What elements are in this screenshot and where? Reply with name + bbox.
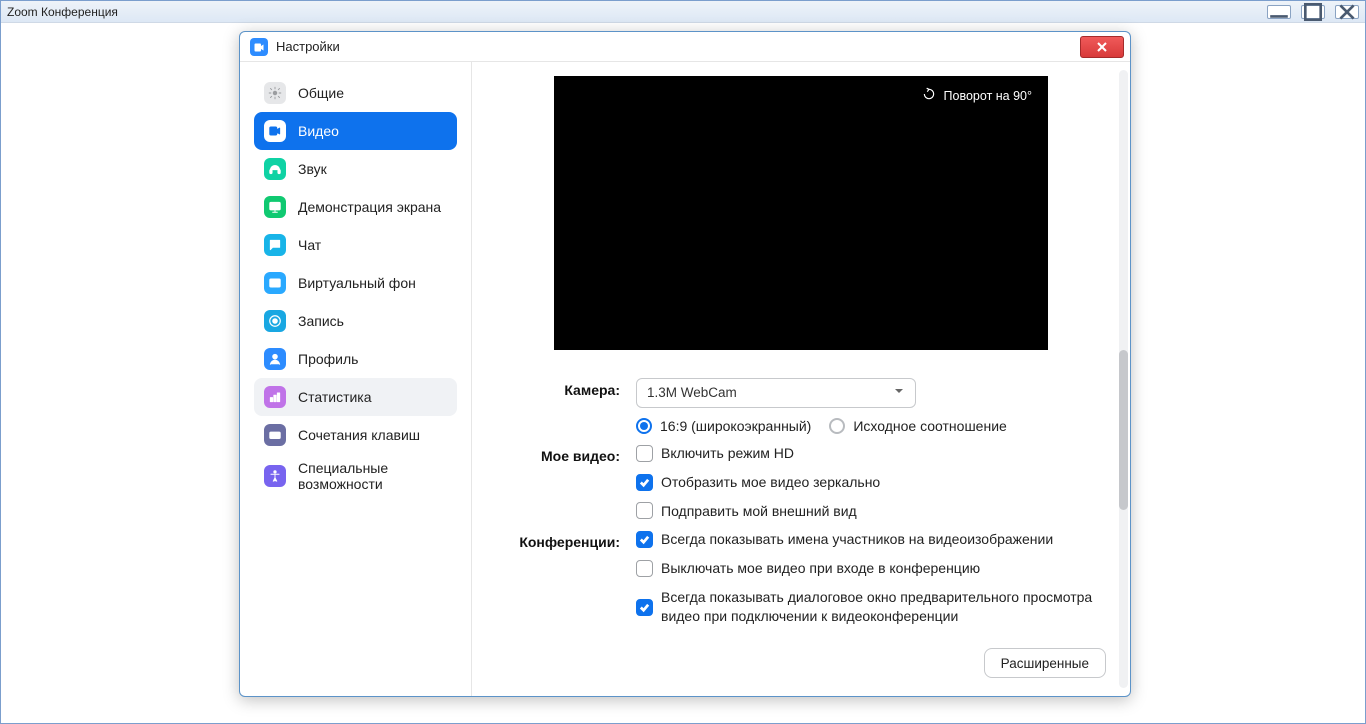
meetings-label: Конференции:: [496, 530, 636, 550]
settings-sidebar: Общие Видео Звук Демонстрация экрана Чат Вирт…: [240, 62, 472, 696]
rotate-90-button[interactable]: Поворот на 90°: [912, 82, 1042, 109]
sidebar-item-share[interactable]: Демонстрация экрана: [254, 188, 457, 226]
checkbox-icon: [636, 502, 653, 519]
sidebar-item-label: Специальные возможности: [298, 460, 447, 492]
rotate-icon: [922, 87, 936, 104]
aspect-16-9-label: 16:9 (широкоэкранный): [660, 418, 811, 434]
profile-icon: [264, 348, 286, 370]
sidebar-item-label: Виртуальный фон: [298, 275, 416, 291]
sidebar-item-label: Чат: [298, 237, 321, 253]
dialog-close-button[interactable]: [1080, 36, 1124, 58]
sidebar-item-stats[interactable]: Статистика: [254, 378, 457, 416]
chat-icon: [264, 234, 286, 256]
turn-off-video-on-join-label: Выключать мое видео при входе в конферен…: [661, 559, 980, 578]
advanced-button-label: Расширенные: [1001, 656, 1089, 671]
sidebar-item-audio[interactable]: Звук: [254, 150, 457, 188]
show-preview-dialog-label: Всегда показывать диалоговое окно предва…: [661, 588, 1106, 626]
sidebar-item-accessibility[interactable]: Специальные возможности: [254, 454, 457, 498]
video-preview: Поворот на 90°: [554, 76, 1048, 350]
app-title: Zoom Конференция: [7, 5, 118, 19]
radio-icon: [829, 418, 845, 434]
sidebar-item-label: Звук: [298, 161, 327, 177]
shortcuts-icon: [264, 424, 286, 446]
recording-icon: [264, 310, 286, 332]
video-icon: [264, 120, 286, 142]
share-icon: [264, 196, 286, 218]
touch-up-label: Подправить мой внешний вид: [661, 502, 857, 521]
show-preview-dialog-checkbox[interactable]: Всегда показывать диалоговое окно предва…: [636, 588, 1106, 626]
sidebar-item-label: Сочетания клавиш: [298, 427, 420, 443]
enable-hd-label: Включить режим HD: [661, 444, 794, 463]
accessibility-icon: [264, 465, 286, 487]
sidebar-item-label: Запись: [298, 313, 344, 329]
touch-up-checkbox[interactable]: Подправить мой внешний вид: [636, 502, 1106, 521]
close-window-button[interactable]: [1335, 5, 1359, 19]
camera-select[interactable]: 1.3M WebCam: [636, 378, 916, 408]
dialog-titlebar: Настройки: [240, 32, 1130, 62]
sidebar-item-label: Профиль: [298, 351, 358, 367]
show-names-checkbox[interactable]: Всегда показывать имена участников на ви…: [636, 530, 1106, 549]
window-controls: [1267, 5, 1359, 19]
turn-off-video-on-join-checkbox[interactable]: Выключать мое видео при входе в конферен…: [636, 559, 1106, 578]
aspect-original-label: Исходное соотношение: [853, 418, 1006, 434]
dialog-body: Общие Видео Звук Демонстрация экрана Чат Вирт…: [240, 62, 1130, 696]
app-window: Zoom Конференция Настройки: [0, 0, 1366, 724]
settings-content: Поворот на 90° Камера: 1.3M WebCam: [472, 62, 1130, 696]
sidebar-item-video[interactable]: Видео: [254, 112, 457, 150]
radio-icon: [636, 418, 652, 434]
sidebar-item-profile[interactable]: Профиль: [254, 340, 457, 378]
checkbox-icon: [636, 560, 653, 577]
show-names-label: Всегда показывать имена участников на ви…: [661, 530, 1053, 549]
aspect-original-radio[interactable]: Исходное соотношение: [829, 418, 1006, 434]
mirror-video-checkbox[interactable]: Отобразить мое видео зеркально: [636, 473, 1106, 492]
camera-label: Камера:: [496, 378, 636, 398]
checkbox-icon: [636, 531, 653, 548]
vbg-icon: [264, 272, 286, 294]
checkbox-icon: [636, 474, 653, 491]
chevron-down-icon: [893, 385, 905, 400]
checkbox-icon: [636, 445, 653, 462]
mirror-video-label: Отобразить мое видео зеркально: [661, 473, 880, 492]
video-settings-form: Камера: 1.3M WebCam 16:9 (широкоэкранный…: [496, 378, 1106, 636]
scrollbar-thumb[interactable]: [1119, 350, 1128, 510]
sidebar-item-shortcuts[interactable]: Сочетания клавиш: [254, 416, 457, 454]
sidebar-item-general[interactable]: Общие: [254, 74, 457, 112]
sidebar-item-chat[interactable]: Чат: [254, 226, 457, 264]
maximize-button[interactable]: [1301, 5, 1325, 19]
general-icon: [264, 82, 286, 104]
rotate-label: Поворот на 90°: [944, 89, 1032, 103]
sidebar-item-label: Демонстрация экрана: [298, 199, 441, 215]
sidebar-item-recording[interactable]: Запись: [254, 302, 457, 340]
audio-icon: [264, 158, 286, 180]
sidebar-item-label: Статистика: [298, 389, 372, 405]
settings-dialog: Настройки Общие Видео Звук Демонстрация экр…: [239, 31, 1131, 697]
enable-hd-checkbox[interactable]: Включить режим HD: [636, 444, 1106, 463]
camera-selected-value: 1.3M WebCam: [647, 385, 737, 400]
aspect-16-9-radio[interactable]: 16:9 (широкоэкранный): [636, 418, 811, 434]
content-footer: Расширенные: [496, 636, 1106, 678]
myvideo-label: Мое видео:: [496, 444, 636, 464]
app-titlebar: Zoom Конференция: [1, 1, 1365, 23]
sidebar-item-vbg[interactable]: Виртуальный фон: [254, 264, 457, 302]
minimize-button[interactable]: [1267, 5, 1291, 19]
scrollbar[interactable]: [1119, 70, 1128, 688]
stats-icon: [264, 386, 286, 408]
sidebar-item-label: Общие: [298, 85, 344, 101]
sidebar-item-label: Видео: [298, 123, 339, 139]
advanced-button[interactable]: Расширенные: [984, 648, 1106, 678]
zoom-icon: [250, 38, 268, 56]
checkbox-icon: [636, 599, 653, 616]
dialog-title: Настройки: [276, 39, 340, 54]
